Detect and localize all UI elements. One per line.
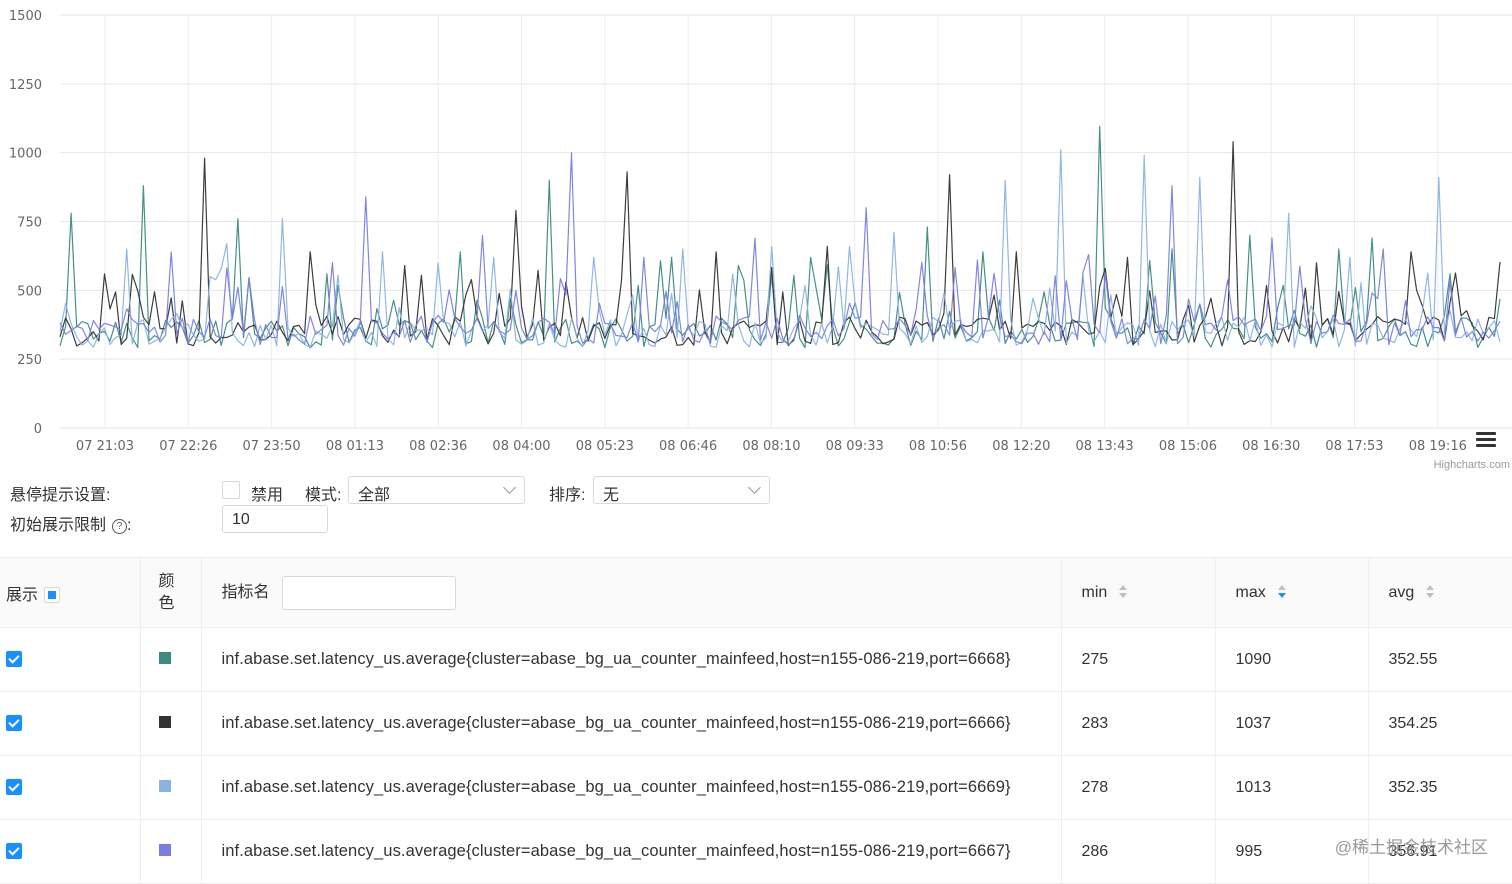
- metric-min: 283: [1062, 715, 1215, 733]
- metric-name-filter-input[interactable]: [282, 576, 456, 610]
- x-tick-label: 08 01:13: [326, 439, 384, 454]
- metric-name: inf.abase.set.latency_us.average{cluster…: [202, 714, 1061, 733]
- table-row: inf.abase.set.latency_us.average{cluster…: [0, 692, 1512, 756]
- x-tick-label: 08 10:56: [909, 439, 967, 454]
- hover-settings-label: 悬停提示设置:: [10, 481, 110, 505]
- metric-name: inf.abase.set.latency_us.average{cluster…: [202, 650, 1061, 669]
- show-header-label: 展示: [6, 587, 38, 604]
- metric-name: inf.abase.set.latency_us.average{cluster…: [202, 842, 1061, 861]
- x-tick-label: 08 08:10: [742, 439, 800, 454]
- x-tick-label: 08 02:36: [409, 439, 467, 454]
- sort-label: 排序:: [549, 481, 585, 505]
- sort-icon[interactable]: [1426, 585, 1434, 599]
- help-icon[interactable]: ?: [112, 519, 127, 534]
- chevron-down-icon: [748, 481, 761, 494]
- chevron-down-icon: [503, 481, 516, 494]
- x-tick-label: 08 15:06: [1159, 439, 1217, 454]
- row-show-checkbox[interactable]: [6, 779, 22, 795]
- mode-select[interactable]: 全部: [348, 476, 525, 504]
- x-tick-label: 08 05:23: [576, 439, 634, 454]
- metric-avg: 352.35: [1369, 779, 1512, 797]
- metric-max: 1090: [1216, 651, 1368, 669]
- highcharts-credits[interactable]: Highcharts.com: [1434, 459, 1510, 471]
- chart-menu-icon[interactable]: [1476, 432, 1496, 448]
- max-column-header[interactable]: max: [1215, 558, 1368, 628]
- x-tick-label: 08 12:20: [992, 439, 1050, 454]
- series-color-swatch: [159, 652, 171, 664]
- mode-label: 模式:: [305, 481, 341, 505]
- name-column-header: 指标名: [201, 558, 1061, 628]
- metric-max: 1037: [1216, 715, 1368, 733]
- color-column-header: 颜色: [140, 558, 201, 628]
- row-show-checkbox[interactable]: [6, 715, 22, 731]
- table-row: inf.abase.set.latency_us.average{cluster…: [0, 820, 1512, 884]
- y-tick-label: 1500: [9, 9, 42, 24]
- y-tick-label: 500: [17, 284, 42, 299]
- max-header-label: max: [1236, 584, 1266, 601]
- latency-line-chart: 0 250 500 750 1000 1250 1500 07 21:03 07 22:26 07…: [0, 0, 1512, 472]
- x-tick-label: 07 23:50: [243, 439, 301, 454]
- row-show-checkbox[interactable]: [6, 651, 22, 667]
- y-tick-label: 1250: [9, 78, 42, 93]
- y-tick-label: 750: [17, 216, 42, 231]
- x-tick-label: 08 19:16: [1409, 439, 1467, 454]
- row-show-checkbox[interactable]: [6, 843, 22, 859]
- table-row: inf.abase.set.latency_us.average{cluster…: [0, 756, 1512, 820]
- metric-avg: 352.55: [1369, 651, 1512, 669]
- x-tick-label: 08 06:46: [659, 439, 717, 454]
- x-tick-label: 07 22:26: [159, 439, 217, 454]
- table-row: inf.abase.set.latency_us.average{cluster…: [0, 628, 1512, 692]
- metric-min: 286: [1062, 843, 1215, 861]
- series-color-swatch: [159, 844, 171, 856]
- mode-select-value: 全部: [358, 481, 390, 505]
- x-tick-label: 08 04:00: [492, 439, 550, 454]
- x-tick-label: 08 09:33: [826, 439, 884, 454]
- min-column-header[interactable]: min: [1061, 558, 1215, 628]
- metric-avg: 354.25: [1369, 715, 1512, 733]
- table-header-row: 展示 颜色 指标名 min max avg: [0, 558, 1512, 628]
- limit-input[interactable]: 10: [222, 505, 328, 533]
- series-color-swatch: [159, 780, 171, 792]
- metric-min: 278: [1062, 779, 1215, 797]
- disable-checkbox[interactable]: [222, 481, 240, 499]
- y-tick-label: 0: [34, 422, 42, 437]
- metric-min: 275: [1062, 651, 1215, 669]
- min-header-label: min: [1082, 584, 1108, 601]
- name-header-label: 指标名: [222, 584, 270, 601]
- x-tick-label: 08 16:30: [1242, 439, 1300, 454]
- limit-input-value: 10: [232, 511, 250, 529]
- y-tick-label: 250: [17, 353, 42, 368]
- y-tick-label: 1000: [9, 147, 42, 162]
- disable-label: 禁用: [251, 481, 283, 505]
- avg-column-header[interactable]: avg: [1368, 558, 1512, 628]
- series-color-swatch: [159, 716, 171, 728]
- x-tick-label: 08 17:53: [1325, 439, 1383, 454]
- select-all-checkbox[interactable]: [44, 587, 60, 603]
- sort-select[interactable]: 无: [593, 476, 770, 504]
- metrics-table: 展示 颜色 指标名 min max avg inf.abase.set.late…: [0, 557, 1512, 884]
- sort-icon[interactable]: [1119, 585, 1127, 599]
- color-header-label: 颜色: [141, 571, 179, 615]
- sort-select-value: 无: [603, 481, 619, 505]
- sort-icon[interactable]: [1278, 585, 1286, 599]
- x-tick-label: 07 21:03: [76, 439, 134, 454]
- x-tick-label: 08 13:43: [1076, 439, 1134, 454]
- site-watermark: @稀土掘金技术社区: [1335, 833, 1488, 858]
- avg-header-label: avg: [1389, 584, 1415, 601]
- limit-label-text: 初始展示限制: [10, 517, 106, 534]
- metric-max: 1013: [1216, 779, 1368, 797]
- show-column-header: 展示: [0, 558, 140, 628]
- limit-label: 初始展示限制?:: [10, 511, 131, 535]
- metric-name: inf.abase.set.latency_us.average{cluster…: [202, 778, 1061, 797]
